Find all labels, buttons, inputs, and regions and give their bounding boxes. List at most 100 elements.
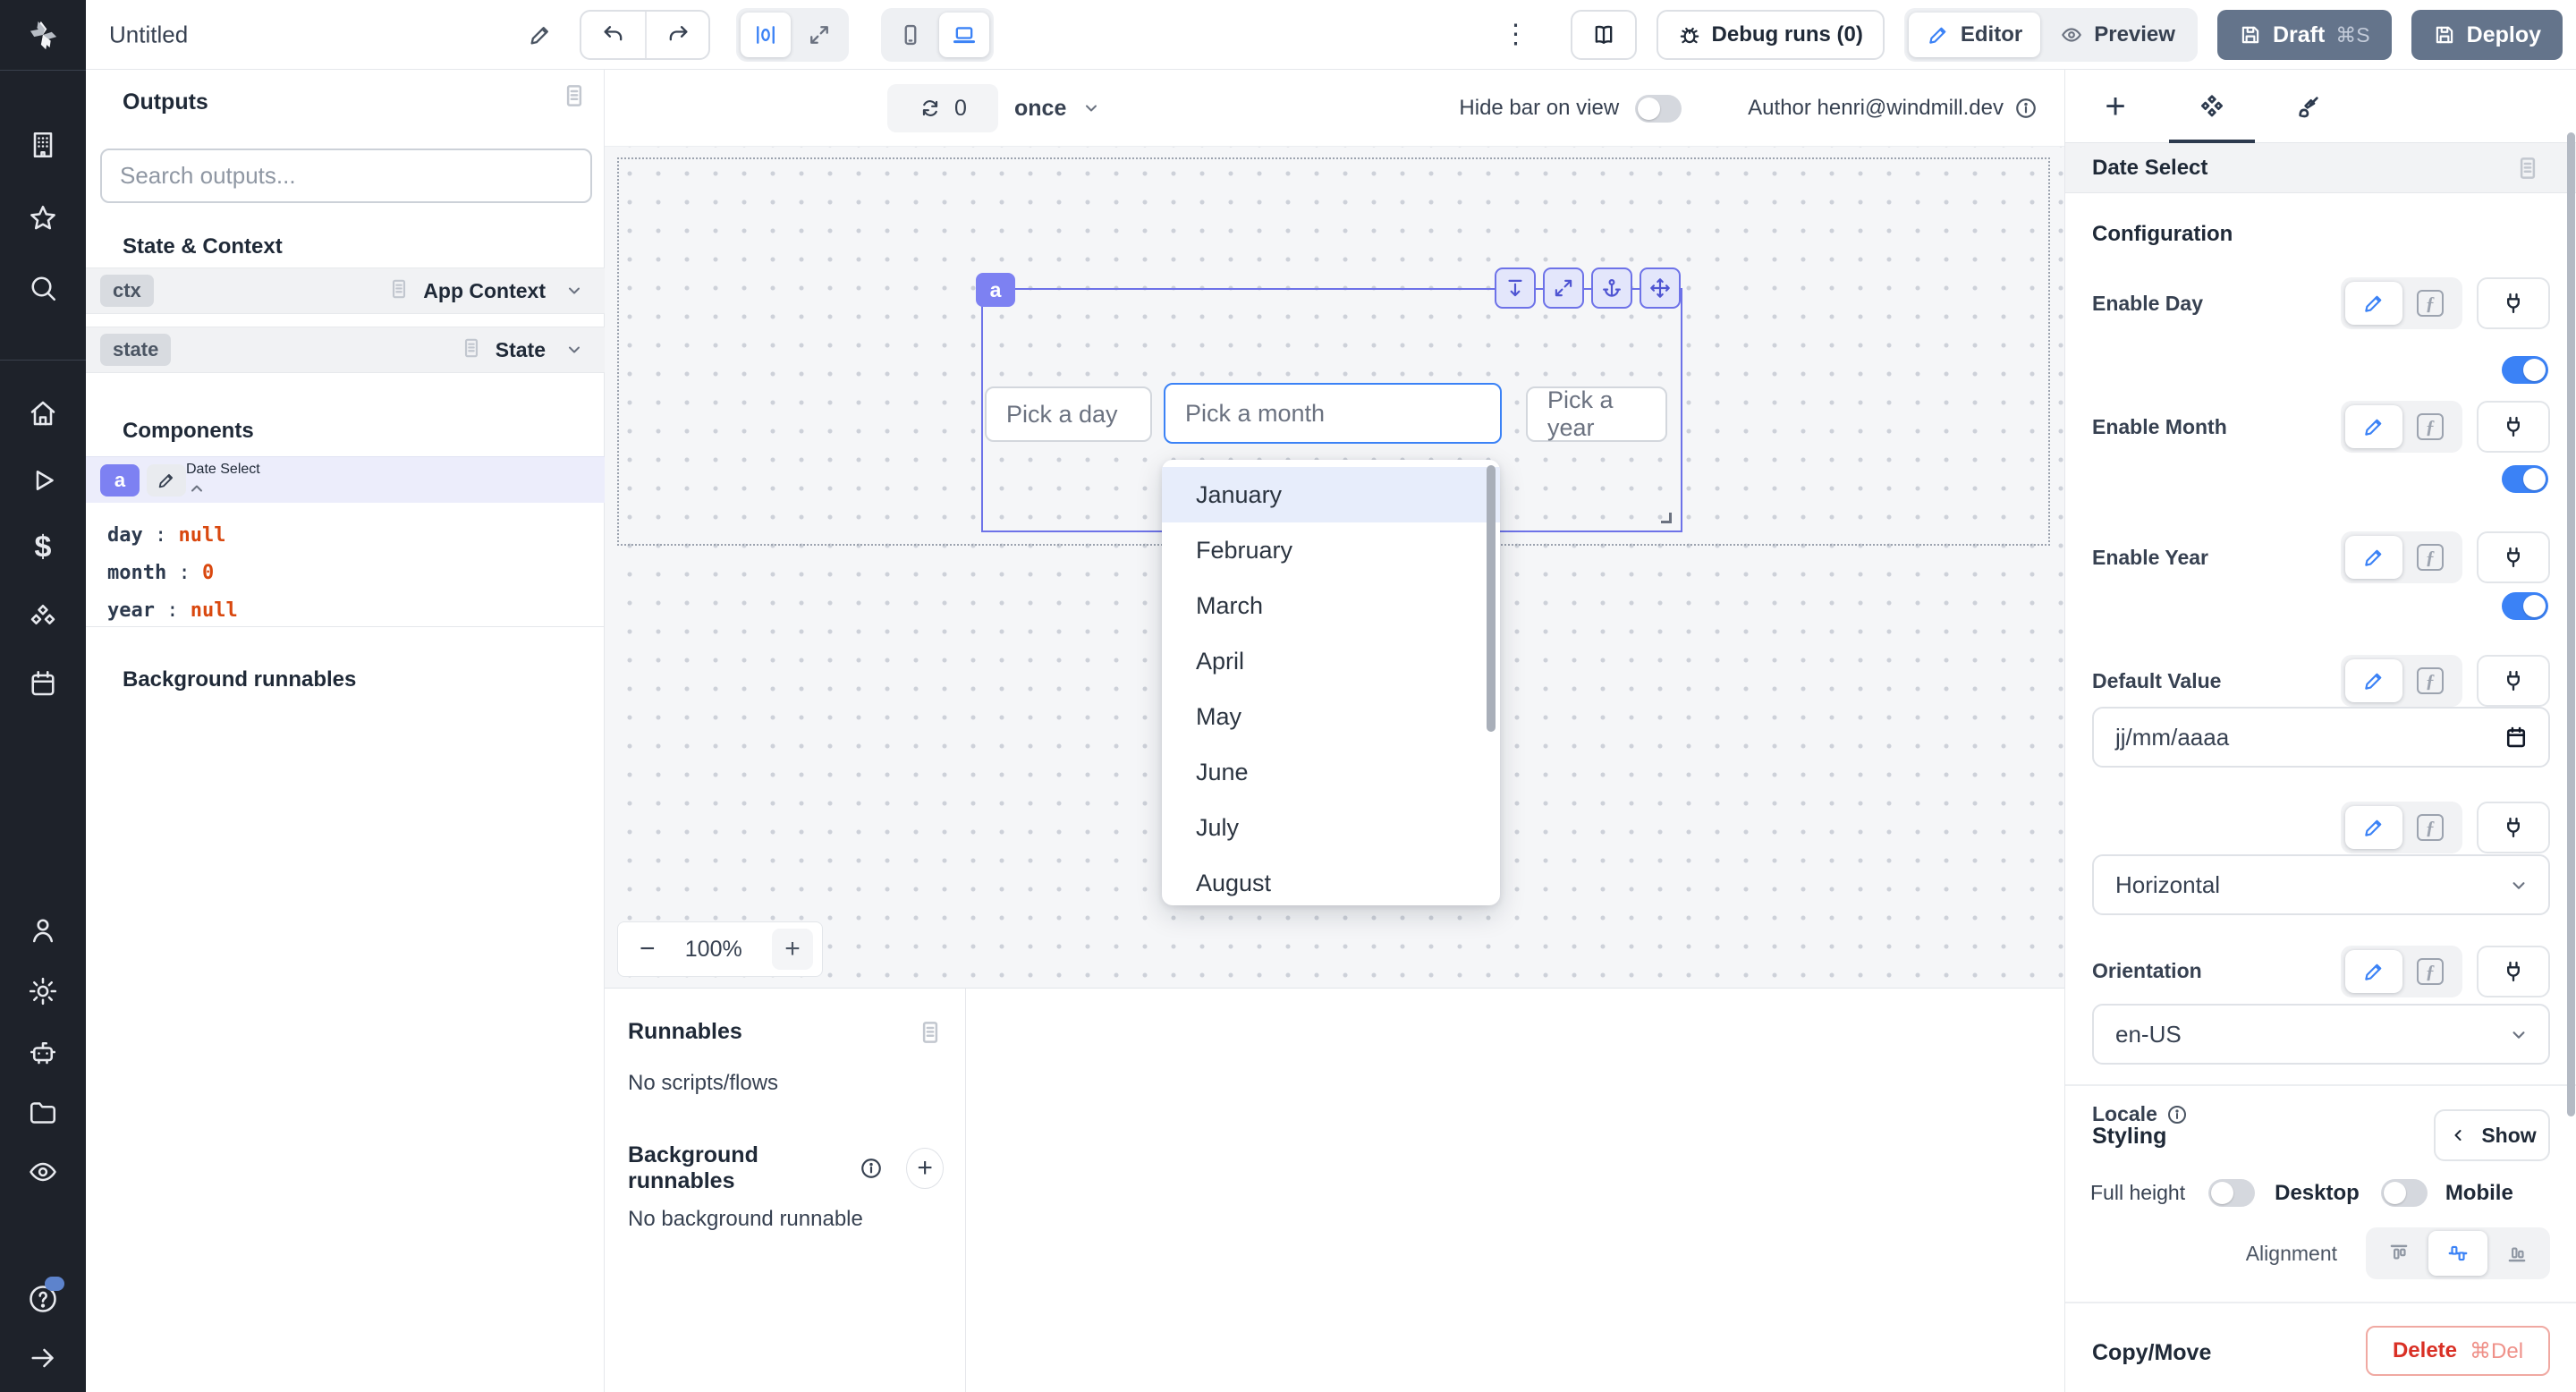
edit-title-pencil-icon[interactable] [528,22,553,47]
help-icon[interactable] [27,1283,59,1315]
enable-month-toggle[interactable] [2502,465,2548,493]
zoom-out-button[interactable]: − [640,934,656,964]
schedules-calendar-icon[interactable] [27,667,59,700]
align-bottom-button[interactable] [2487,1231,2546,1276]
search-icon[interactable] [27,272,59,304]
full-height-toggle[interactable] [2208,1179,2255,1207]
app-canvas[interactable]: a Pick a day Pick a month Pick a year Ja… [605,147,2064,989]
refresh-count-button[interactable]: 0 [887,84,998,132]
fn-mode-icon[interactable]: ƒ [2404,659,2456,702]
more-menu-kebab-icon[interactable]: ⋮ [1497,21,1535,48]
year-input[interactable]: Pick a year [1526,386,1667,442]
fn-mode-icon[interactable]: ƒ [2404,950,2456,993]
component-row-a[interactable]: a Date Select [86,456,605,503]
styling-show-button[interactable]: Show [2434,1109,2550,1161]
resize-handle[interactable] [1661,513,1672,523]
locale-select[interactable]: en-US [2092,1004,2550,1065]
static-pencil-icon[interactable] [2345,659,2402,702]
connect-plug-button[interactable] [2477,655,2550,707]
connect-plug-button[interactable] [2477,802,2550,853]
preview-tab[interactable]: Preview [2042,13,2193,57]
run-mode-dropdown[interactable]: once [1014,70,1102,147]
docs-book-button[interactable] [1571,10,1637,60]
enable-day-toggle[interactable] [2502,356,2548,384]
month-option[interactable]: June [1162,744,1500,800]
deploy-button[interactable]: Deploy [2411,10,2563,60]
redo-button[interactable] [645,12,708,58]
settings-gear-icon[interactable] [27,975,59,1007]
month-option[interactable]: July [1162,800,1500,855]
info-icon[interactable] [2166,1104,2188,1125]
add-background-runnable-button[interactable]: + [906,1148,944,1189]
component-tag-a[interactable]: a [976,273,1015,307]
zoom-in-button[interactable]: + [772,929,813,970]
draft-button[interactable]: Draft ⌘S [2217,10,2392,60]
static-pencil-icon[interactable] [2345,806,2402,849]
default-value-date-input[interactable]: jj/mm/aaaa [2092,707,2550,768]
styling-tab[interactable] [2260,70,2357,143]
dropdown-scrollbar[interactable] [1487,465,1496,732]
favorites-star-icon[interactable] [27,202,59,234]
editor-tab[interactable]: Editor [1909,13,2040,57]
align-top-button[interactable] [2369,1231,2428,1276]
month-option[interactable]: August [1162,855,1500,905]
delete-component-button[interactable]: Delete ⌘Del [2366,1326,2550,1376]
info-icon[interactable] [2014,97,2038,120]
windmill-logo[interactable] [0,0,86,70]
connect-plug-button[interactable] [2477,946,2550,997]
debug-runs-button[interactable]: Debug runs (0) [1657,10,1885,60]
chevron-down-icon[interactable] [564,339,585,361]
component-settings-tab[interactable] [2164,70,2260,143]
fn-mode-icon[interactable]: ƒ [2404,405,2456,448]
fn-mode-icon[interactable]: ƒ [2404,536,2456,579]
fullsize-button[interactable] [1543,267,1584,309]
rename-component-pencil-icon[interactable] [147,464,186,497]
enable-year-toggle[interactable] [2502,592,2548,620]
expand-down-button[interactable] [1495,267,1536,309]
folders-icon[interactable] [27,1097,59,1129]
desktop-mobile-toggle[interactable] [2381,1179,2428,1207]
align-middle-button[interactable] [2428,1231,2487,1276]
connect-plug-button[interactable] [2477,531,2550,583]
calendar-icon[interactable] [2504,725,2529,750]
desktop-view-button[interactable] [939,13,989,57]
static-pencil-icon[interactable] [2345,282,2402,325]
audit-eye-icon[interactable] [27,1156,59,1188]
month-option[interactable]: February [1162,522,1500,578]
workspace-icon[interactable] [27,129,59,161]
component-doc-icon[interactable] [2514,155,2541,182]
home-icon[interactable] [27,397,59,429]
connect-plug-button[interactable] [2477,277,2550,329]
centered-layout-button[interactable] [741,13,791,57]
hide-bar-toggle[interactable] [1635,95,1682,123]
variables-dollar-icon[interactable]: $ [35,530,52,565]
expand-rail-arrow-icon[interactable] [27,1342,59,1374]
anchor-button[interactable] [1591,267,1632,309]
outputs-search-input[interactable] [120,162,572,190]
month-input-focused[interactable]: Pick a month [1164,383,1502,444]
undo-button[interactable] [581,12,645,58]
resources-cubes-icon[interactable] [27,601,59,633]
connect-plug-button[interactable] [2477,401,2550,453]
runnables-doc-icon[interactable] [917,1019,944,1046]
move-button[interactable] [1640,267,1681,309]
state-row[interactable]: state State [86,327,605,373]
info-icon[interactable] [860,1157,883,1180]
insert-component-tab[interactable]: + [2067,70,2164,143]
fullscreen-layout-button[interactable] [794,13,844,57]
month-option[interactable]: May [1162,689,1500,744]
workers-robot-icon[interactable] [27,1036,59,1068]
orientation-select[interactable]: Horizontal [2092,854,2550,915]
panel-scrollbar[interactable] [2567,132,2575,1116]
day-input[interactable]: Pick a day [985,386,1152,442]
user-icon[interactable] [27,914,59,946]
month-option[interactable]: January [1162,467,1500,522]
month-option[interactable]: April [1162,633,1500,689]
fn-mode-icon[interactable]: ƒ [2404,806,2456,849]
outputs-doc-icon[interactable] [561,82,588,109]
ctx-row[interactable]: ctx App Context [86,267,605,314]
runs-play-icon[interactable] [27,464,59,497]
fn-mode-icon[interactable]: ƒ [2404,282,2456,325]
mobile-view-button[interactable] [886,13,936,57]
chevron-up-icon[interactable] [186,478,260,499]
